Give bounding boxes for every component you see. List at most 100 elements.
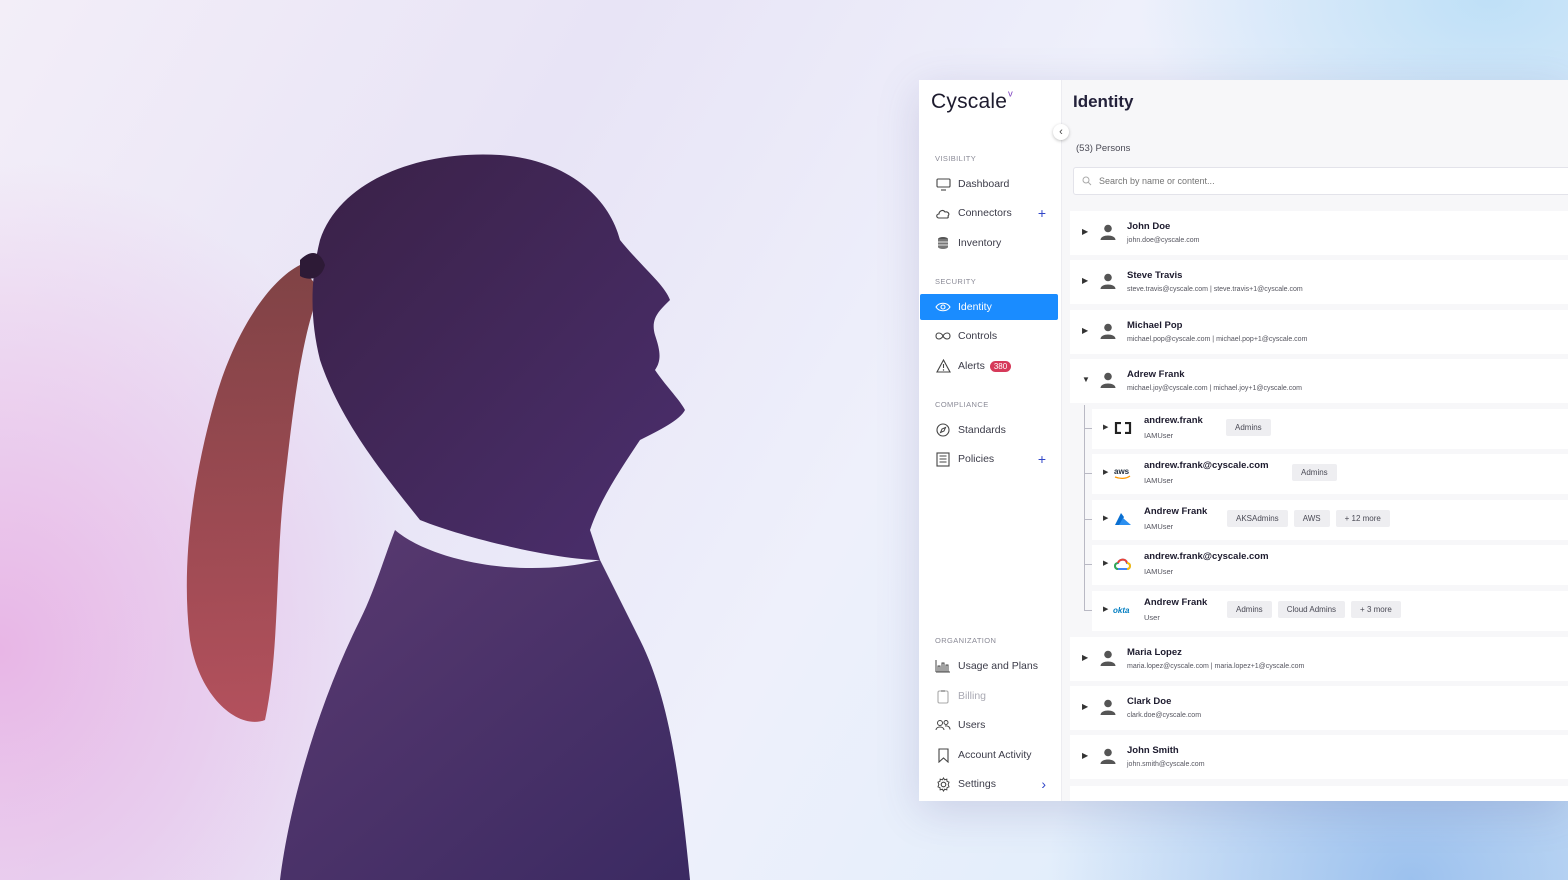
warning-icon [935,358,951,374]
clipboard-icon [935,688,951,704]
tag-list: AKSAdmins AWS + 12 more [1227,510,1390,527]
tag-list: Admins [1292,464,1337,481]
sidebar-item-policies[interactable]: Policies + [920,446,1058,472]
collapse-sidebar-button[interactable]: ‹ [1053,124,1069,140]
add-policy-button[interactable]: + [1038,451,1046,467]
person-email: john.doe@cyscale.com [1127,237,1200,244]
person-avatar-icon [1100,650,1116,666]
group-tag[interactable]: AWS [1293,510,1330,527]
gear-icon [935,776,951,792]
person-name: John Doe [1127,221,1171,232]
tree-branch [1084,519,1092,520]
tree-branch [1084,610,1092,611]
eye-icon [935,299,951,315]
sidebar-item-dashboard[interactable]: Dashboard [920,171,1058,197]
account-row[interactable]: ▶ Andrew Frank IAMUser AKSAdmins AWS + 1… [1084,500,1568,540]
person-avatar-icon [1100,372,1116,388]
expand-triangle-icon[interactable]: ▶ [1103,423,1108,431]
account-name: Andrew Frank [1144,597,1208,608]
person-name: Adrew Frank [1127,369,1185,380]
sidebar-item-users[interactable]: Users [920,712,1058,738]
person-avatar-icon [1100,748,1116,764]
tree-branch [1084,428,1092,429]
sidebar-item-usage-and-plans[interactable]: Usage and Plans [920,653,1058,679]
account-type: IAMUser [1144,476,1174,485]
expand-triangle-icon[interactable]: ▶ [1082,276,1088,285]
chevron-right-icon[interactable]: › [1041,776,1046,792]
account-row[interactable]: ▶ andrew.frank IAMUser Admins [1084,409,1568,449]
sidebar-item-inventory[interactable]: Inventory [920,230,1058,256]
expand-triangle-icon[interactable]: ▶ [1103,468,1108,476]
person-avatar-icon [1100,323,1116,339]
person-avatar-icon [1100,273,1116,289]
alerts-count-badge: 380 [989,360,1012,372]
expand-triangle-icon[interactable]: ▶ [1103,514,1108,522]
expand-triangle-icon[interactable]: ▶ [1082,227,1088,236]
person-name: John Smith [1127,745,1179,756]
app-window: Cyscaleᵛ VISIBILITY Dashboard Connectors… [919,80,1568,801]
tag-list: Admins [1226,419,1271,436]
person-row[interactable]: ▶ John Smith john.smith@cyscale.com [1070,735,1568,779]
section-label-compliance: COMPLIANCE [935,400,989,409]
person-row[interactable]: ▶ Steve Travis steve.travis@cyscale.com … [1070,260,1568,304]
person-row[interactable]: ▶ John Doe john.doe@cyscale.com [1070,211,1568,255]
person-email: steve.travis@cyscale.com | steve.travis+… [1127,286,1303,293]
aws-icon: aws [1113,465,1133,481]
more-tags-button[interactable]: + 3 more [1351,601,1401,618]
expand-triangle-icon[interactable]: ▶ [1082,702,1088,711]
expand-triangle-icon[interactable]: ▶ [1082,751,1088,760]
account-row[interactable]: ▶ aws andrew.frank@cyscale.com IAMUser A… [1084,454,1568,494]
more-tags-button[interactable]: + 12 more [1335,510,1390,527]
sidebar-item-label: Billing [958,690,987,702]
logo-mark-icon: ᵛ [1008,87,1013,103]
sidebar-item-connectors[interactable]: Connectors + [920,200,1058,226]
sidebar-item-identity[interactable]: Identity [920,294,1058,320]
sidebar-item-label: Settings [958,778,996,790]
account-row[interactable]: ▶ okta Andrew Frank User Admins Cloud Ad… [1084,591,1568,631]
person-row-partial[interactable] [1070,786,1568,801]
expand-triangle-icon[interactable]: ▶ [1082,653,1088,662]
person-row-expanded[interactable]: ▼ Adrew Frank michael.joy@cyscale.com | … [1070,359,1568,403]
database-icon [935,235,951,251]
search-bar[interactable] [1073,167,1568,195]
okta-icon: okta [1113,602,1133,618]
account-type: IAMUser [1144,431,1174,440]
sidebar-item-label: Connectors [958,207,1012,219]
sidebar-item-account-activity[interactable]: Account Activity [920,742,1058,768]
expand-triangle-icon[interactable]: ▶ [1082,326,1088,335]
group-tag[interactable]: Admins [1227,601,1272,618]
sidebar-item-label: Standards [958,424,1006,436]
aws-logo-text: aws [1114,467,1130,476]
expand-triangle-icon[interactable]: ▶ [1103,559,1108,567]
sidebar-item-label: Controls [958,330,998,342]
account-name: andrew.frank@cyscale.com [1144,551,1269,562]
collapse-triangle-icon[interactable]: ▼ [1082,375,1090,384]
group-tag[interactable]: AKSAdmins [1227,510,1288,527]
account-row[interactable]: ▶ andrew.frank@cyscale.com IAMUser [1084,545,1568,585]
sidebar-item-billing: Billing [920,683,1058,709]
page-title: Identity [1073,92,1134,111]
expand-triangle-icon[interactable]: ▶ [1103,605,1108,613]
person-row[interactable]: ▶ Maria Lopez maria.lopez@cyscale.com | … [1070,637,1568,681]
group-tag[interactable]: Admins [1226,419,1271,436]
group-tag[interactable]: Admins [1292,464,1337,481]
azure-icon [1113,511,1133,527]
account-name: andrew.frank@cyscale.com [1144,460,1269,471]
sidebar-item-alerts[interactable]: Alerts 380 [920,353,1058,379]
add-connector-button[interactable]: + [1038,205,1046,221]
group-tag[interactable]: Cloud Admins [1277,601,1346,618]
person-avatar-icon [1100,699,1116,715]
search-input[interactable] [1097,175,1521,187]
sidebar-item-standards[interactable]: Standards [920,417,1058,443]
cyscale-logo[interactable]: Cyscaleᵛ [931,87,1013,114]
person-email: clark.doe@cyscale.com [1127,712,1202,719]
sidebar-item-settings[interactable]: Settings › [920,771,1058,797]
tree-branch [1084,473,1092,474]
sidebar-item-label: Usage and Plans [958,660,1038,672]
okta-logo-text: okta [1113,606,1130,615]
person-row[interactable]: ▶ Clark Doe clark.doe@cyscale.com [1070,686,1568,730]
person-row[interactable]: ▶ Michael Pop michael.pop@cyscale.com | … [1070,310,1568,354]
bracket-icon [1113,420,1133,436]
sidebar-item-controls[interactable]: Controls [920,323,1058,349]
infinity-icon [935,328,951,344]
